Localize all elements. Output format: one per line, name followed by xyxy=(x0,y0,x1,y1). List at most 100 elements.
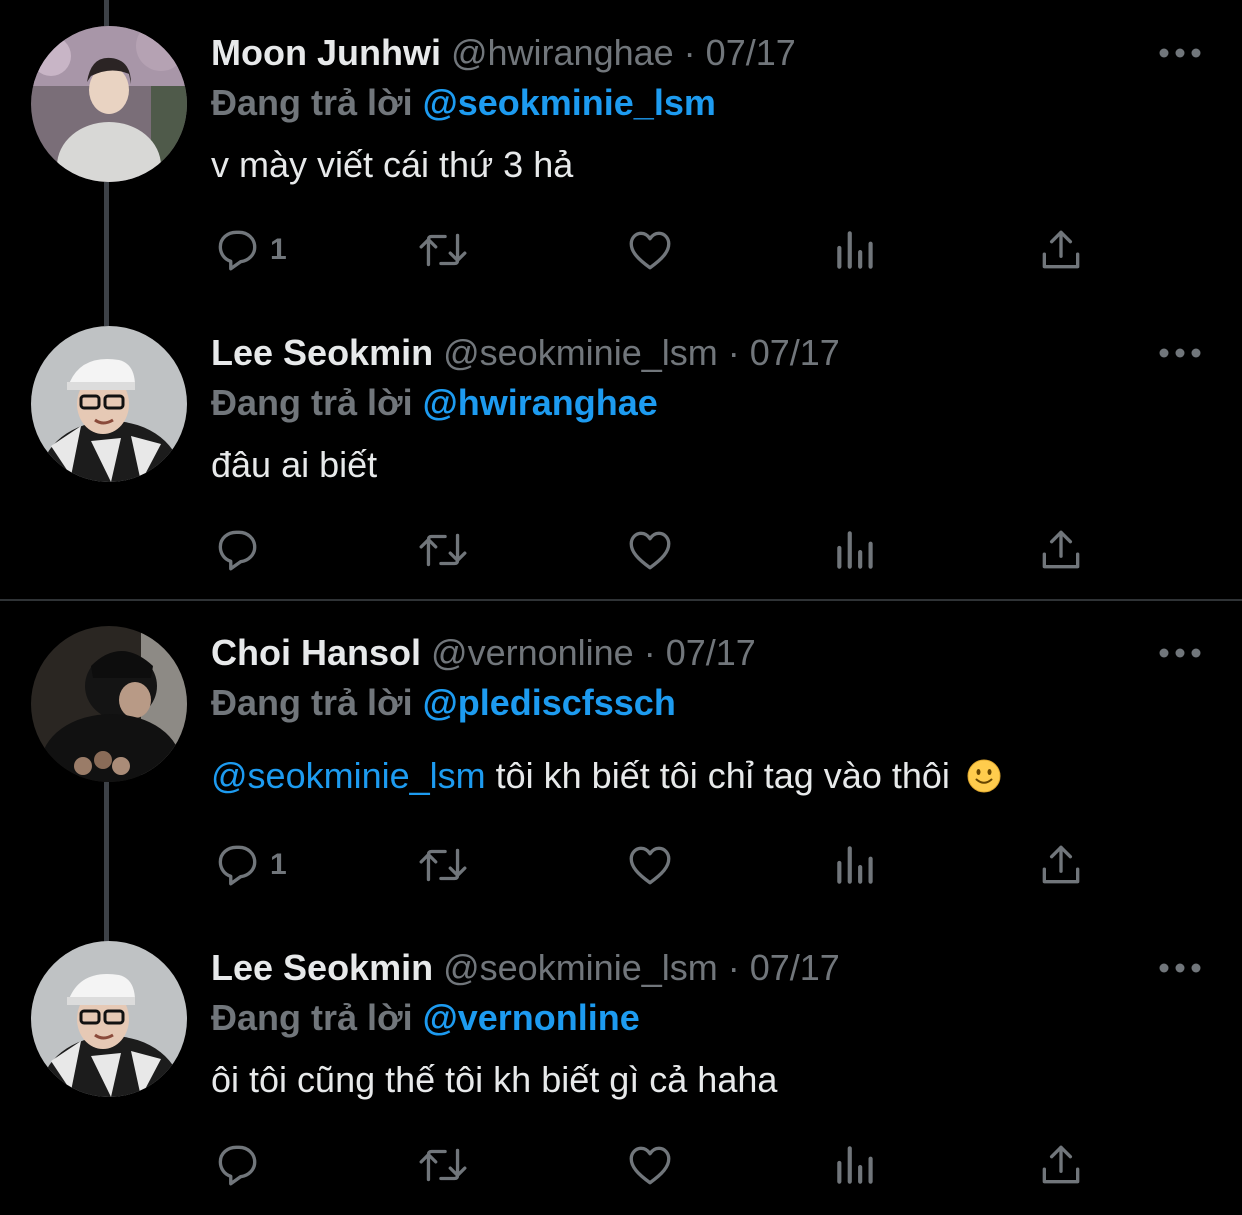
tweet-date[interactable]: 07/17 xyxy=(666,632,756,673)
tweet-actions xyxy=(0,1115,1242,1215)
retweet-button[interactable] xyxy=(416,839,470,891)
tweet[interactable]: Moon Junhwi @hwiranghae · 07/17 Đang trả… xyxy=(0,0,1242,300)
share-icon xyxy=(1042,845,1080,884)
views-icon xyxy=(837,1146,873,1184)
retweet-icon xyxy=(419,848,467,882)
share-icon xyxy=(1042,530,1080,569)
separator: · xyxy=(717,332,750,373)
like-button[interactable] xyxy=(625,839,675,891)
reply-icon xyxy=(218,230,257,271)
like-button[interactable] xyxy=(625,1139,675,1191)
user-handle[interactable]: @seokminie_lsm xyxy=(443,947,718,988)
like-icon xyxy=(629,1146,671,1185)
tweet-date[interactable]: 07/17 xyxy=(750,947,840,988)
retweet-icon xyxy=(419,1148,467,1182)
tweet-date[interactable]: 07/17 xyxy=(706,32,796,73)
avatar[interactable] xyxy=(31,326,187,482)
reply-button[interactable] xyxy=(212,1139,270,1191)
separator: · xyxy=(717,947,750,988)
more-icon xyxy=(1159,648,1201,658)
tweet-date[interactable]: 07/17 xyxy=(750,332,840,373)
display-name[interactable]: Lee Seokmin xyxy=(211,947,433,988)
separator: · xyxy=(633,632,666,673)
views-button[interactable] xyxy=(831,224,881,276)
display-name[interactable]: Lee Seokmin xyxy=(211,332,433,373)
share-icon xyxy=(1042,1145,1080,1184)
retweet-button[interactable] xyxy=(416,524,470,576)
views-icon xyxy=(837,846,873,884)
tweet-header: Moon Junhwi @hwiranghae · 07/17 xyxy=(211,30,796,76)
display-name[interactable]: Choi Hansol xyxy=(211,632,421,673)
tweet[interactable]: Choi Hansol @vernonline · 07/17 Đang trả… xyxy=(0,600,1242,900)
tweet-actions xyxy=(0,500,1242,600)
tweet-text: @seokminie_lsm tôi kh biết tôi chỉ tag v… xyxy=(211,752,1002,800)
tweet-body: v mày viết cái thứ 3 hả xyxy=(211,144,574,185)
more-options-button[interactable] xyxy=(1158,953,1202,983)
reply-button[interactable]: 1 xyxy=(212,224,287,276)
display-name[interactable]: Moon Junhwi xyxy=(211,32,441,73)
reply-count: 1 xyxy=(270,848,287,881)
retweet-icon xyxy=(419,233,467,267)
share-button[interactable] xyxy=(1036,839,1086,891)
avatar[interactable] xyxy=(31,26,187,182)
like-icon xyxy=(629,846,671,885)
tweet-text: v mày viết cái thứ 3 hả xyxy=(211,141,573,189)
lee-seokmin-avatar xyxy=(31,941,187,1097)
retweet-button[interactable] xyxy=(416,224,470,276)
reply-button[interactable]: 1 xyxy=(212,839,287,891)
reply-prefix: Đang trả lời xyxy=(211,382,423,423)
like-button[interactable] xyxy=(625,524,675,576)
views-button[interactable] xyxy=(831,524,881,576)
tweet-header: Lee Seokmin @seokminie_lsm · 07/17 xyxy=(211,330,840,376)
user-handle[interactable]: @seokminie_lsm xyxy=(443,332,718,373)
reply-icon xyxy=(218,1145,257,1186)
reply-mention[interactable]: @hwiranghae xyxy=(423,382,658,423)
reply-icon xyxy=(218,530,257,571)
separator: · xyxy=(673,32,706,73)
choi-hansol-avatar xyxy=(31,626,187,782)
like-button[interactable] xyxy=(625,224,675,276)
avatar[interactable] xyxy=(31,941,187,1097)
tweet-body: tôi kh biết tôi chỉ tag vào thôi xyxy=(485,755,950,796)
tweet-actions: 1 xyxy=(0,815,1242,915)
tweet-text: đâu ai biết xyxy=(211,441,377,489)
share-button[interactable] xyxy=(1036,1139,1086,1191)
replying-to: Đang trả lời @vernonline xyxy=(211,995,640,1041)
body-mention[interactable]: @seokminie_lsm xyxy=(211,755,486,796)
views-button[interactable] xyxy=(831,1139,881,1191)
replying-to: Đang trả lời @hwiranghae xyxy=(211,380,658,426)
reply-prefix: Đang trả lời xyxy=(211,682,423,723)
more-options-button[interactable] xyxy=(1158,338,1202,368)
reply-mention[interactable]: @vernonline xyxy=(423,997,640,1038)
more-options-button[interactable] xyxy=(1158,38,1202,68)
tweet[interactable]: Lee Seokmin @seokminie_lsm · 07/17 Đang … xyxy=(0,915,1242,1210)
tweet[interactable]: Lee Seokmin @seokminie_lsm · 07/17 Đang … xyxy=(0,300,1242,600)
share-button[interactable] xyxy=(1036,224,1086,276)
more-icon xyxy=(1159,963,1201,973)
reply-mention[interactable]: @seokminie_lsm xyxy=(423,82,716,123)
replying-to: Đang trả lời @seokminie_lsm xyxy=(211,80,716,126)
tweet-header: Choi Hansol @vernonline · 07/17 xyxy=(211,630,756,676)
user-handle[interactable]: @vernonline xyxy=(431,632,634,673)
avatar[interactable] xyxy=(31,626,187,782)
moon-junhwi-avatar xyxy=(31,26,187,182)
replying-to: Đang trả lời @plediscfssch xyxy=(211,680,676,726)
reply-mention[interactable]: @plediscfssch xyxy=(423,682,676,723)
lee-seokmin-avatar xyxy=(31,326,187,482)
like-icon xyxy=(629,531,671,570)
share-button[interactable] xyxy=(1036,524,1086,576)
more-options-button[interactable] xyxy=(1158,638,1202,668)
tweet-body: đâu ai biết xyxy=(211,444,378,485)
more-icon xyxy=(1159,348,1201,358)
views-icon xyxy=(837,231,873,269)
reply-prefix: Đang trả lời xyxy=(211,82,423,123)
reply-prefix: Đang trả lời xyxy=(211,997,423,1038)
more-icon xyxy=(1159,48,1201,58)
views-button[interactable] xyxy=(831,839,881,891)
user-handle[interactable]: @hwiranghae xyxy=(451,32,674,73)
reply-count: 1 xyxy=(270,233,287,266)
smile-emoji xyxy=(967,759,1001,793)
reply-button[interactable] xyxy=(212,524,270,576)
tweet-header: Lee Seokmin @seokminie_lsm · 07/17 xyxy=(211,945,840,991)
retweet-button[interactable] xyxy=(416,1139,470,1191)
